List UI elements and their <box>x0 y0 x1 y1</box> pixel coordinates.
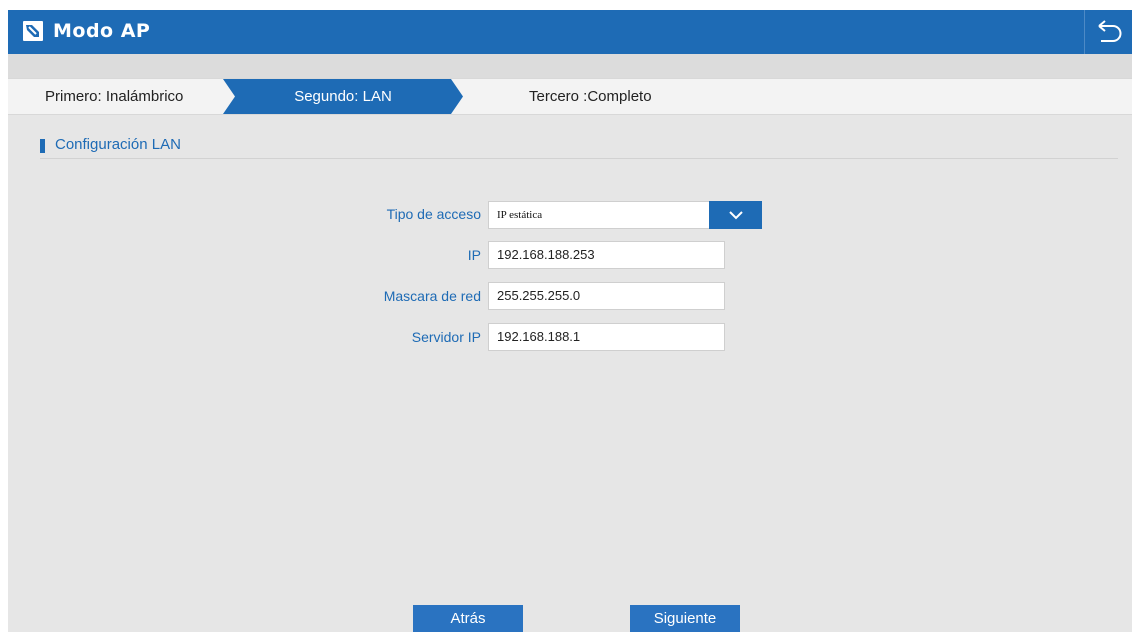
server-ip-field[interactable]: 192.168.188.1 <box>488 323 725 351</box>
access-type-value: IP estática <box>497 209 543 221</box>
ip-field[interactable]: 192.168.188.253 <box>488 241 725 269</box>
next-button[interactable]: Siguiente <box>630 605 740 632</box>
step-wireless[interactable]: Primero: Inalámbrico <box>45 79 183 114</box>
wizard-steps: Primero: Inalámbrico Segundo: LAN Tercer… <box>8 78 1132 115</box>
ip-label: IP <box>467 247 481 263</box>
back-button[interactable]: Atrás <box>413 605 523 632</box>
netmask-field[interactable]: 255.255.255.0 <box>488 282 725 310</box>
section-marker <box>40 139 45 153</box>
title-bar: Modo AP <box>8 10 1132 54</box>
router-logo-icon <box>23 21 43 41</box>
app-window: Modo AP Primero: Inalámbrico Segundo: LA… <box>8 10 1132 632</box>
netmask-label: Mascara de red <box>383 288 481 304</box>
app-title: Modo AP <box>53 20 151 42</box>
return-button[interactable] <box>1084 10 1132 54</box>
section-divider <box>40 158 1118 159</box>
section-title: Configuración LAN <box>55 136 181 153</box>
step-lan-active[interactable]: Segundo: LAN <box>223 79 463 114</box>
step-lan-label: Segundo: LAN <box>294 88 392 105</box>
step-complete[interactable]: Tercero :Completo <box>529 79 652 114</box>
access-type-select[interactable]: IP estática <box>488 201 762 229</box>
dropdown-button[interactable] <box>709 201 762 229</box>
server-ip-label: Servidor IP <box>411 329 481 345</box>
spacer-band <box>8 54 1132 78</box>
access-type-label: Tipo de acceso <box>386 206 481 222</box>
chevron-down-icon <box>729 211 743 220</box>
return-arrow-icon <box>1098 20 1122 42</box>
